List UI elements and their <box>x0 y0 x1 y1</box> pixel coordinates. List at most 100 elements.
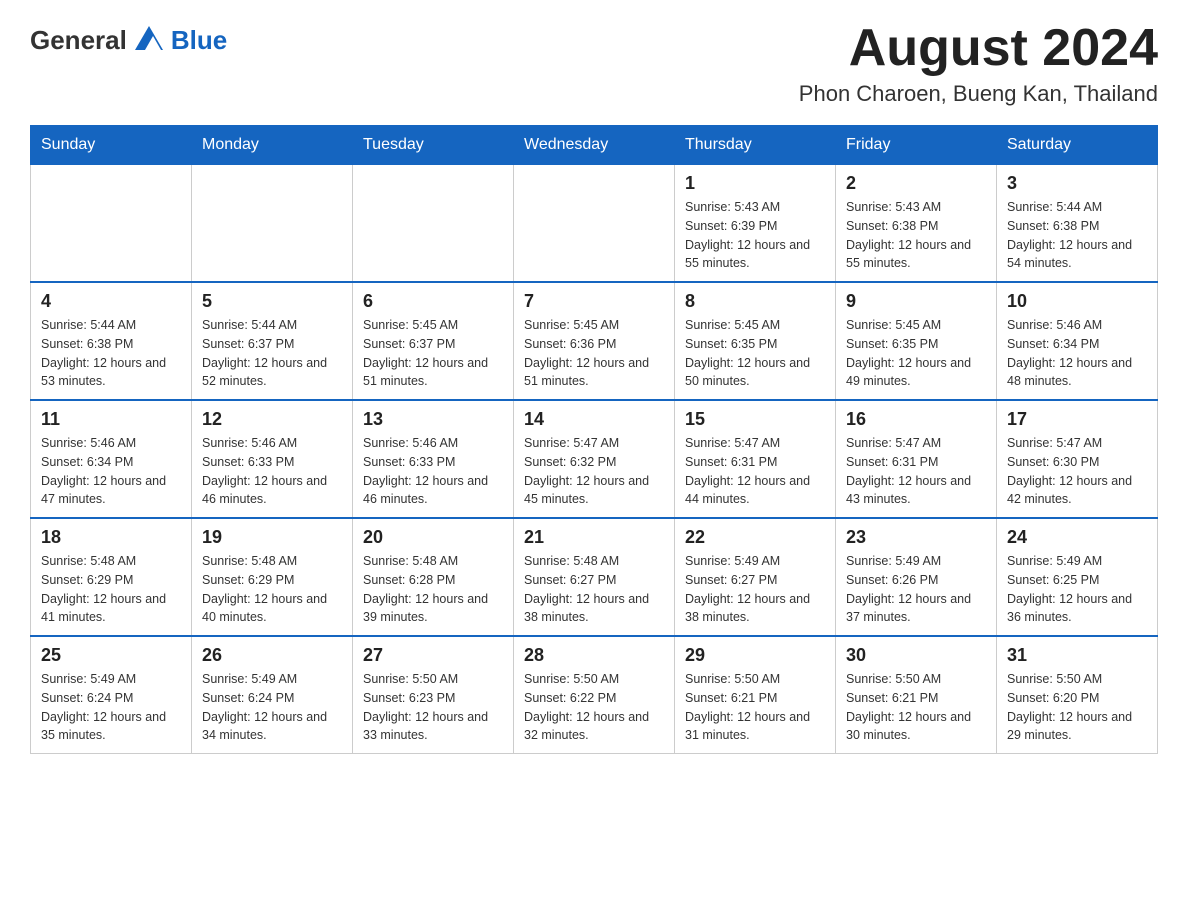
day-info: Sunrise: 5:46 AM Sunset: 6:33 PM Dayligh… <box>202 434 342 509</box>
day-info: Sunrise: 5:50 AM Sunset: 6:21 PM Dayligh… <box>685 670 825 745</box>
calendar-cell: 7 Sunrise: 5:45 AM Sunset: 6:36 PM Daylig… <box>514 282 675 400</box>
calendar-cell: 3Sunrise: 5:44 AM Sunset: 6:38 PM Daylig… <box>997 165 1158 283</box>
day-number: 24 <box>1007 527 1147 548</box>
calendar-cell: 17 Sunrise: 5:47 AM Sunset: 6:30 PM Dayli… <box>997 400 1158 518</box>
calendar-week-row: 18 Sunrise: 5:48 AM Sunset: 6:29 PM Dayli… <box>31 518 1158 636</box>
calendar-cell: 13Sunrise: 5:46 AM Sunset: 6:33 PM Dayli… <box>353 400 514 518</box>
day-info: Sunrise: 5:45 AM Sunset: 6:35 PM Dayligh… <box>685 316 825 391</box>
day-number: 29 <box>685 645 825 666</box>
weekday-header-friday: Friday <box>836 126 997 165</box>
calendar-cell: 22 Sunrise: 5:49 AM Sunset: 6:27 PM Dayli… <box>675 518 836 636</box>
calendar-cell: 11Sunrise: 5:46 AM Sunset: 6:34 PM Dayli… <box>31 400 192 518</box>
day-number: 20 <box>363 527 503 548</box>
location-text: Phon Charoen, Bueng Kan, Thailand <box>799 81 1158 107</box>
calendar-cell: 29 Sunrise: 5:50 AM Sunset: 6:21 PM Dayli… <box>675 636 836 754</box>
day-info: Sunrise: 5:48 AM Sunset: 6:27 PM Dayligh… <box>524 552 664 627</box>
day-info: Sunrise: 5:48 AM Sunset: 6:29 PM Dayligh… <box>41 552 181 627</box>
month-title: August 2024 <box>799 20 1158 77</box>
calendar-cell: 18 Sunrise: 5:48 AM Sunset: 6:29 PM Dayli… <box>31 518 192 636</box>
day-number: 8 <box>685 291 825 312</box>
day-info: Sunrise: 5:47 AM Sunset: 6:31 PM Dayligh… <box>846 434 986 509</box>
day-number: 10 <box>1007 291 1147 312</box>
day-number: 19 <box>202 527 342 548</box>
day-info: Sunrise: 5:45 AM Sunset: 6:37 PM Dayligh… <box>363 316 503 391</box>
day-info: Sunrise: 5:49 AM Sunset: 6:27 PM Dayligh… <box>685 552 825 627</box>
logo-general-text: General <box>30 25 127 56</box>
calendar-cell: 9Sunrise: 5:45 AM Sunset: 6:35 PM Daylig… <box>836 282 997 400</box>
day-number: 3 <box>1007 173 1147 194</box>
day-number: 18 <box>41 527 181 548</box>
day-info: Sunrise: 5:49 AM Sunset: 6:24 PM Dayligh… <box>41 670 181 745</box>
calendar-cell: 8 Sunrise: 5:45 AM Sunset: 6:35 PM Daylig… <box>675 282 836 400</box>
day-number: 6 <box>363 291 503 312</box>
day-number: 17 <box>1007 409 1147 430</box>
calendar-cell: 27Sunrise: 5:50 AM Sunset: 6:23 PM Dayli… <box>353 636 514 754</box>
calendar-cell: 1Sunrise: 5:43 AM Sunset: 6:39 PM Daylig… <box>675 165 836 283</box>
page-header: General Blue August 2024 Phon Charoen, B… <box>30 20 1158 107</box>
calendar-cell: 28Sunrise: 5:50 AM Sunset: 6:22 PM Dayli… <box>514 636 675 754</box>
calendar-cell: 2 Sunrise: 5:43 AM Sunset: 6:38 PM Daylig… <box>836 165 997 283</box>
day-number: 4 <box>41 291 181 312</box>
day-info: Sunrise: 5:47 AM Sunset: 6:32 PM Dayligh… <box>524 434 664 509</box>
calendar-cell: 31Sunrise: 5:50 AM Sunset: 6:20 PM Dayli… <box>997 636 1158 754</box>
day-number: 30 <box>846 645 986 666</box>
calendar-week-row: 11Sunrise: 5:46 AM Sunset: 6:34 PM Dayli… <box>31 400 1158 518</box>
day-number: 23 <box>846 527 986 548</box>
calendar-cell: 4 Sunrise: 5:44 AM Sunset: 6:38 PM Daylig… <box>31 282 192 400</box>
day-number: 25 <box>41 645 181 666</box>
calendar-cell: 21 Sunrise: 5:48 AM Sunset: 6:27 PM Dayli… <box>514 518 675 636</box>
day-number: 13 <box>363 409 503 430</box>
day-number: 12 <box>202 409 342 430</box>
day-info: Sunrise: 5:44 AM Sunset: 6:38 PM Dayligh… <box>41 316 181 391</box>
day-number: 22 <box>685 527 825 548</box>
day-info: Sunrise: 5:47 AM Sunset: 6:31 PM Dayligh… <box>685 434 825 509</box>
calendar-cell: 26Sunrise: 5:49 AM Sunset: 6:24 PM Dayli… <box>192 636 353 754</box>
logo-blue-text: Blue <box>171 25 227 56</box>
weekday-header-tuesday: Tuesday <box>353 126 514 165</box>
calendar-cell: 16 Sunrise: 5:47 AM Sunset: 6:31 PM Dayli… <box>836 400 997 518</box>
calendar-cell: 12 Sunrise: 5:46 AM Sunset: 6:33 PM Dayli… <box>192 400 353 518</box>
day-info: Sunrise: 5:49 AM Sunset: 6:26 PM Dayligh… <box>846 552 986 627</box>
day-number: 21 <box>524 527 664 548</box>
calendar-table: SundayMondayTuesdayWednesdayThursdayFrid… <box>30 125 1158 754</box>
calendar-week-row: 1Sunrise: 5:43 AM Sunset: 6:39 PM Daylig… <box>31 165 1158 283</box>
calendar-week-row: 25 Sunrise: 5:49 AM Sunset: 6:24 PM Dayli… <box>31 636 1158 754</box>
day-number: 5 <box>202 291 342 312</box>
day-info: Sunrise: 5:46 AM Sunset: 6:34 PM Dayligh… <box>1007 316 1147 391</box>
calendar-cell <box>514 165 675 283</box>
day-info: Sunrise: 5:45 AM Sunset: 6:36 PM Dayligh… <box>524 316 664 391</box>
day-info: Sunrise: 5:47 AM Sunset: 6:30 PM Dayligh… <box>1007 434 1147 509</box>
title-block: August 2024 Phon Charoen, Bueng Kan, Tha… <box>799 20 1158 107</box>
day-info: Sunrise: 5:45 AM Sunset: 6:35 PM Dayligh… <box>846 316 986 391</box>
calendar-cell: 6 Sunrise: 5:45 AM Sunset: 6:37 PM Daylig… <box>353 282 514 400</box>
calendar-cell: 10 Sunrise: 5:46 AM Sunset: 6:34 PM Dayli… <box>997 282 1158 400</box>
day-number: 7 <box>524 291 664 312</box>
logo: General Blue <box>30 20 227 56</box>
calendar-cell: 14 Sunrise: 5:47 AM Sunset: 6:32 PM Dayli… <box>514 400 675 518</box>
day-info: Sunrise: 5:50 AM Sunset: 6:23 PM Dayligh… <box>363 670 503 745</box>
calendar-cell: 23 Sunrise: 5:49 AM Sunset: 6:26 PM Dayli… <box>836 518 997 636</box>
day-number: 31 <box>1007 645 1147 666</box>
day-number: 1 <box>685 173 825 194</box>
calendar-cell <box>192 165 353 283</box>
calendar-cell <box>353 165 514 283</box>
calendar-cell: 5Sunrise: 5:44 AM Sunset: 6:37 PM Daylig… <box>192 282 353 400</box>
calendar-cell: 25 Sunrise: 5:49 AM Sunset: 6:24 PM Dayli… <box>31 636 192 754</box>
calendar-cell: 20Sunrise: 5:48 AM Sunset: 6:28 PM Dayli… <box>353 518 514 636</box>
logo-icon <box>131 20 167 56</box>
day-number: 16 <box>846 409 986 430</box>
calendar-cell <box>31 165 192 283</box>
day-info: Sunrise: 5:49 AM Sunset: 6:24 PM Dayligh… <box>202 670 342 745</box>
day-number: 14 <box>524 409 664 430</box>
weekday-header-monday: Monday <box>192 126 353 165</box>
calendar-cell: 30 Sunrise: 5:50 AM Sunset: 6:21 PM Dayli… <box>836 636 997 754</box>
day-number: 2 <box>846 173 986 194</box>
day-info: Sunrise: 5:43 AM Sunset: 6:38 PM Dayligh… <box>846 198 986 273</box>
day-info: Sunrise: 5:50 AM Sunset: 6:21 PM Dayligh… <box>846 670 986 745</box>
day-number: 28 <box>524 645 664 666</box>
calendar-cell: 19 Sunrise: 5:48 AM Sunset: 6:29 PM Dayli… <box>192 518 353 636</box>
calendar-cell: 24 Sunrise: 5:49 AM Sunset: 6:25 PM Dayli… <box>997 518 1158 636</box>
day-info: Sunrise: 5:49 AM Sunset: 6:25 PM Dayligh… <box>1007 552 1147 627</box>
calendar-cell: 15Sunrise: 5:47 AM Sunset: 6:31 PM Dayli… <box>675 400 836 518</box>
day-info: Sunrise: 5:48 AM Sunset: 6:29 PM Dayligh… <box>202 552 342 627</box>
